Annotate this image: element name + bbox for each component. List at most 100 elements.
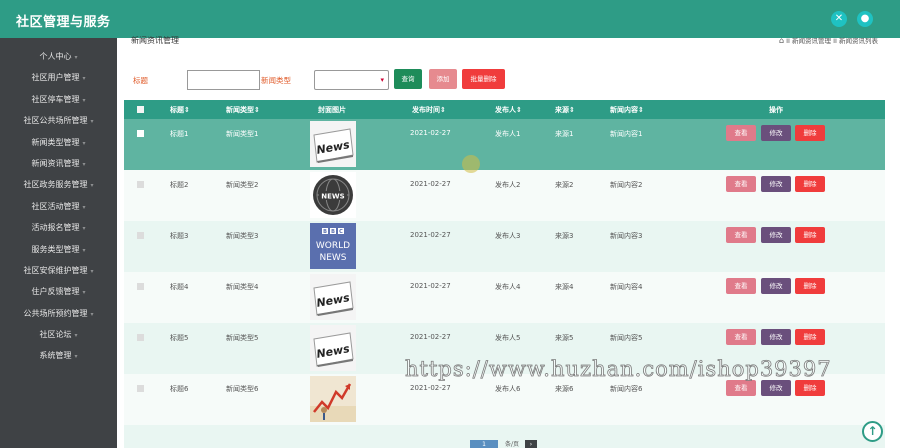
edit-button[interactable]: 修改 [761,278,791,294]
chevron-down-icon: ▾ [82,96,86,104]
table-row[interactable]: 标题2 新闻类型2 NEWS 2021-02-27 发布人2 来源2 新闻内容2… [124,170,885,221]
cell-title: 标题6 [170,385,189,393]
scroll-to-top-icon[interactable]: ↑ [862,421,883,442]
column-header-type[interactable]: 新闻类型⇕ [226,105,260,115]
breadcrumb-item[interactable]: 新闻资讯管理 [792,37,831,45]
sidebar-item-feedback[interactable]: 住户反馈管理 ▾ [0,281,117,302]
cover-image: News [310,274,356,320]
delete-button[interactable]: 删除 [795,227,825,243]
sidebar-item-news-types[interactable]: 新闻类型管理 ▾ [0,132,117,153]
sidebar-item-security[interactable]: 社区安保维护管理 ▾ [0,260,117,281]
row-checkbox[interactable] [137,130,144,137]
edit-button[interactable]: 修改 [761,125,791,141]
delete-button[interactable]: 删除 [795,380,825,396]
chevron-down-icon: ▾ [90,267,94,275]
delete-button[interactable]: 删除 [795,125,825,141]
table-row[interactable]: 标题6 新闻类型6 2021-02-27 发布人6 来源6 新闻内容6 查看 修… [124,374,885,425]
row-checkbox[interactable] [137,181,144,188]
column-header-time[interactable]: 发布时间⇕ [412,105,446,115]
cell-content: 新闻内容3 [610,232,643,240]
table-row[interactable]: 标题1 新闻类型1 News 2021-02-27 发布人1 来源1 新闻内容1… [124,119,885,170]
sidebar-item-label: 社区政务服务管理 [23,180,88,190]
user-icon[interactable]: ● [857,11,873,27]
sidebar-item-personal-center[interactable]: 个人中心 ▾ [0,46,117,67]
cell-type: 新闻类型6 [226,385,259,393]
select-all-checkbox[interactable] [137,106,144,113]
view-button[interactable]: 查看 [726,329,756,345]
sidebar-item-signups[interactable]: 活动报名管理 ▾ [0,217,117,238]
edit-button[interactable]: 修改 [761,227,791,243]
edit-button[interactable]: 修改 [761,380,791,396]
add-button[interactable]: 添加 [429,69,457,89]
edit-button[interactable]: 修改 [761,176,791,192]
sidebar-item-label: 个人中心 [39,52,72,61]
table-row[interactable]: 标题4 新闻类型4 News 2021-02-27 发布人4 来源4 新闻内容4… [124,272,885,323]
row-checkbox[interactable] [137,385,144,392]
main-content: 新闻资讯管理 ⌂ II 新闻资讯管理 II 新闻资讯列表 标题 新闻类型 ▾ 查… [117,36,900,448]
cell-time: 2021-02-27 [410,129,451,137]
sidebar: 个人中心 ▾ 社区用户管理 ▾ 社区停车管理 ▾ 社区公共场所管理 ▾ 新闻类型管理 ▾ … [0,38,117,448]
sidebar-item-forum[interactable]: 社区论坛 ▾ [0,324,117,345]
type-search-label: 新闻类型 [261,76,291,85]
edit-button[interactable]: 修改 [761,329,791,345]
row-checkbox[interactable] [137,283,144,290]
sidebar-item-activities[interactable]: 社区活动管理 ▾ [0,196,117,217]
cell-type: 新闻类型3 [226,232,259,240]
home-icon[interactable]: ⌂ [779,36,784,45]
delete-button[interactable]: 删除 [795,176,825,192]
cell-type: 新闻类型4 [226,283,259,291]
title-search-label: 标题 [133,76,148,85]
sidebar-item-label: 社区停车管理 [31,94,80,104]
view-button[interactable]: 查看 [726,278,756,294]
fullscreen-icon[interactable]: ✕ [831,11,847,27]
sidebar-item-news[interactable]: 新闻资讯管理 ▾ [0,153,117,174]
sidebar-item-public-places[interactable]: 社区公共场所管理 ▾ [0,110,117,131]
view-button[interactable]: 查看 [726,380,756,396]
chevron-down-icon: ▾ [380,76,384,84]
column-header-publisher[interactable]: 发布人⇕ [495,105,522,115]
cell-time: 2021-02-27 [410,384,451,392]
page-title: 新闻资讯管理 [131,36,179,45]
cell-publisher: 发布人5 [495,334,521,342]
chevron-down-icon: ▾ [82,139,86,147]
watermark-text: https://www.huzhan.com/ishop39397 [405,357,832,382]
cell-source: 来源2 [555,181,574,189]
sidebar-item-label: 住户反馈管理 [31,287,80,297]
app-title: 社区管理与服务 [16,15,111,30]
view-button[interactable]: 查看 [726,125,756,141]
cell-time: 2021-02-27 [410,180,451,188]
sidebar-item-gov-services[interactable]: 社区政务服务管理 ▾ [0,174,117,195]
chevron-down-icon: ▾ [82,246,86,254]
batch-delete-button[interactable]: 批量删除 [462,69,505,89]
cover-image: News [310,121,356,167]
sidebar-item-service-types[interactable]: 服务类型管理 ▾ [0,239,117,260]
sidebar-item-reservations[interactable]: 公共场所预约管理 ▾ [0,303,117,324]
breadcrumb: ⌂ II 新闻资讯管理 II 新闻资讯列表 [778,36,878,45]
delete-button[interactable]: 删除 [795,329,825,345]
chevron-down-icon: ▾ [90,310,94,318]
news-type-select[interactable]: ▾ [314,70,389,90]
cell-title: 标题4 [170,283,189,291]
cell-publisher: 发布人1 [495,130,521,138]
view-button[interactable]: 查看 [726,176,756,192]
column-header-source[interactable]: 来源⇕ [555,105,575,115]
query-button[interactable]: 查询 [394,69,422,89]
table-row[interactable]: 标题3 新闻类型3 B B C WORLD NEWS 2021-02-27 发布人3 来… [124,221,885,272]
title-search-input[interactable] [187,70,260,90]
chevron-right-icon[interactable]: › [525,440,537,448]
sidebar-item-users[interactable]: 社区用户管理 ▾ [0,67,117,88]
sidebar-item-parking[interactable]: 社区停车管理 ▾ [0,89,117,110]
sidebar-item-label: 公共场所预约管理 [23,308,88,318]
sidebar-item-label: 活动报名管理 [31,223,80,233]
cell-source: 来源6 [555,385,574,393]
column-header-content[interactable]: 新闻内容⇕ [610,105,644,115]
sidebar-item-system[interactable]: 系统管理 ▾ [0,345,117,366]
pagination-current-page[interactable]: 1 [470,440,498,448]
view-button[interactable]: 查看 [726,227,756,243]
column-header-title[interactable]: 标题⇕ [170,105,190,115]
cell-title: 标题3 [170,232,189,240]
row-checkbox[interactable] [137,334,144,341]
delete-button[interactable]: 删除 [795,278,825,294]
row-checkbox[interactable] [137,232,144,239]
breadcrumb-item: 新闻资讯列表 [839,37,878,45]
